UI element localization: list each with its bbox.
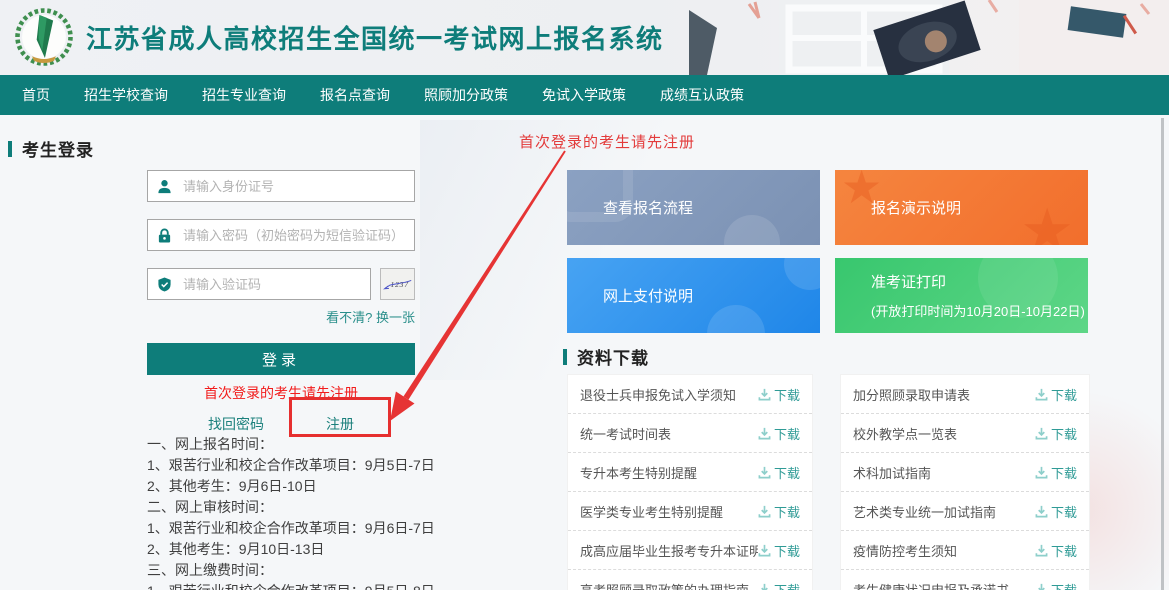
download-icon [1035,583,1048,590]
downloads-section-title: 资料下载 [563,344,649,369]
download-icon [1035,466,1048,479]
site-title: 江苏省成人高校招生全国统一考试网上报名系统 [86,0,664,75]
schedule-line: 2、其他考生：9月6日-10日 [147,476,577,497]
annotation-register-note: 首次登录的考生请先注册 [519,131,695,152]
nav-item-site-query[interactable]: 报名点查询 [303,85,407,105]
download-row: 术科加试指南 下载 [841,453,1089,492]
nav-item-school-query[interactable]: 招生学校查询 [67,85,185,105]
download-link[interactable]: 下载 [1035,385,1077,404]
download-link[interactable]: 下载 [1035,502,1077,521]
school-logo-icon [12,4,76,70]
download-link[interactable]: 下载 [1035,541,1077,560]
downloads-grid: 退役士兵申报免试入学须知 下载 统一考试时间表 下载 专升本考生特别提醒 下载 … [567,374,1090,590]
download-icon [1035,427,1048,440]
quick-links: 查看报名流程 ★ ★ 报名演示说明 网上支付说明 准考证打印 (开放打印时间为1… [567,170,1088,333]
download-row: 考生健康状况申报及承诺书 下载 [841,570,1089,590]
schedule-line: 二、网上审核时间： [147,497,577,518]
user-icon [157,179,172,194]
title-accent-bar [563,349,567,365]
download-icon [758,388,771,401]
download-icon [758,427,771,440]
download-row: 艺术类专业统一加试指南 下载 [841,492,1089,531]
download-row: 统一考试时间表 下载 [568,414,812,453]
view-registration-flow-button[interactable]: 查看报名流程 [567,170,820,245]
schedule-line: 1、艰苦行业和校企合作改革项目：9月6日-7日 [147,518,577,539]
download-icon [1035,544,1048,557]
downloads-card-right: 加分照顾录取申请表 下载 校外教学点一览表 下载 术科加试指南 下载 艺术类专业… [840,374,1090,590]
download-link[interactable]: 下载 [1035,580,1077,590]
password-row [147,219,415,251]
login-button[interactable]: 登录 [147,343,415,375]
captcha-row: 1237 [147,268,415,300]
schedule-text: 一、网上报名时间： 1、艰苦行业和校企合作改革项目：9月5日-7日 2、其他考生… [147,434,577,590]
circle-decoration [784,258,820,290]
star-decoration: ★ [841,170,882,210]
download-row: 校外教学点一览表 下载 [841,414,1089,453]
forgot-password-link[interactable]: 找回密码 [208,414,264,434]
schedule-line: 1、艰苦行业和校企合作改革项目：9月5日-8日 [147,581,577,590]
main-nav: 首页 招生学校查询 招生专业查询 报名点查询 照顾加分政策 免试入学政策 成绩互… [0,75,1169,115]
download-link[interactable]: 下载 [758,541,800,560]
download-row: 成高应届毕业生报考专升本证明 下载 [568,531,812,570]
nav-item-exempt-policy[interactable]: 免试入学政策 [525,85,643,105]
download-row: 疫情防控考生须知 下载 [841,531,1089,570]
circle-decoration [724,215,780,245]
captcha-refresh-link[interactable]: 看不清? 换一张 [147,307,415,326]
id-number-input[interactable] [181,178,405,195]
download-icon [1035,505,1048,518]
annotation-highlight-box [289,397,391,437]
title-accent-bar [8,141,12,157]
download-icon [758,466,771,479]
page: 江苏省成人高校招生全国统一考试网上报名系统 首页 招生学校查询 招生专业查询 [0,0,1169,590]
nav-item-major-query[interactable]: 招生专业查询 [185,85,303,105]
download-row: 专升本考生特别提醒 下载 [568,453,812,492]
login-section-title: 考生登录 [8,136,94,161]
nav-item-bonus-policy[interactable]: 照顾加分政策 [407,85,525,105]
lock-icon [157,228,172,243]
login-form: 1237 看不清? 换一张 登录 首次登录的考生请先注册 找回密码 注册 [147,170,415,434]
download-icon [758,544,771,557]
download-link[interactable]: 下载 [758,580,800,590]
download-row: 医学类专业考生特别提醒 下载 [568,492,812,531]
circle-decoration [707,305,765,333]
download-icon [758,583,771,590]
download-link[interactable]: 下载 [758,385,800,404]
captcha-input[interactable] [181,276,361,293]
download-link[interactable]: 下载 [1035,424,1077,443]
download-link[interactable]: 下载 [758,424,800,443]
graduation-caps-decoration [689,0,1169,75]
admission-ticket-print-button[interactable]: 准考证打印 (开放打印时间为10月20日-10月22日) [835,258,1088,333]
download-icon [758,505,771,518]
star-decoration: ★ [1020,201,1074,245]
blob-decoration [567,170,633,222]
schedule-line: 三、网上缴费时间： [147,560,577,581]
schedule-line: 2、其他考生：9月10日-13日 [147,539,577,560]
captcha-image[interactable]: 1237 [380,268,415,300]
password-input[interactable] [181,227,405,244]
print-window-note: (开放打印时间为10月20日-10月22日) [871,301,1085,320]
download-icon [1035,388,1048,401]
download-link[interactable]: 下载 [1035,463,1077,482]
downloads-card-left: 退役士兵申报免试入学须知 下载 统一考试时间表 下载 专升本考生特别提醒 下载 … [567,374,813,590]
download-link[interactable]: 下载 [758,463,800,482]
schedule-line: 1、艰苦行业和校企合作改革项目：9月5日-7日 [147,455,577,476]
captcha-input-box [147,268,371,300]
download-row: 退役士兵申报免试入学须知 下载 [568,375,812,414]
download-row: 加分照顾录取申请表 下载 [841,375,1089,414]
header: 江苏省成人高校招生全国统一考试网上报名系统 [0,0,1169,75]
shield-check-icon [157,277,172,292]
download-row: 高考照顾录取政策的办理指南 下载 [568,570,812,590]
registration-demo-button[interactable]: ★ ★ 报名演示说明 [835,170,1088,245]
scrollbar[interactable] [1161,118,1164,590]
schedule-line: 一、网上报名时间： [147,434,577,455]
online-payment-info-button[interactable]: 网上支付说明 [567,258,820,333]
download-link[interactable]: 下载 [758,502,800,521]
nav-item-home[interactable]: 首页 [22,85,67,105]
nav-item-score-policy[interactable]: 成绩互认政策 [643,85,761,105]
id-number-row [147,170,415,202]
